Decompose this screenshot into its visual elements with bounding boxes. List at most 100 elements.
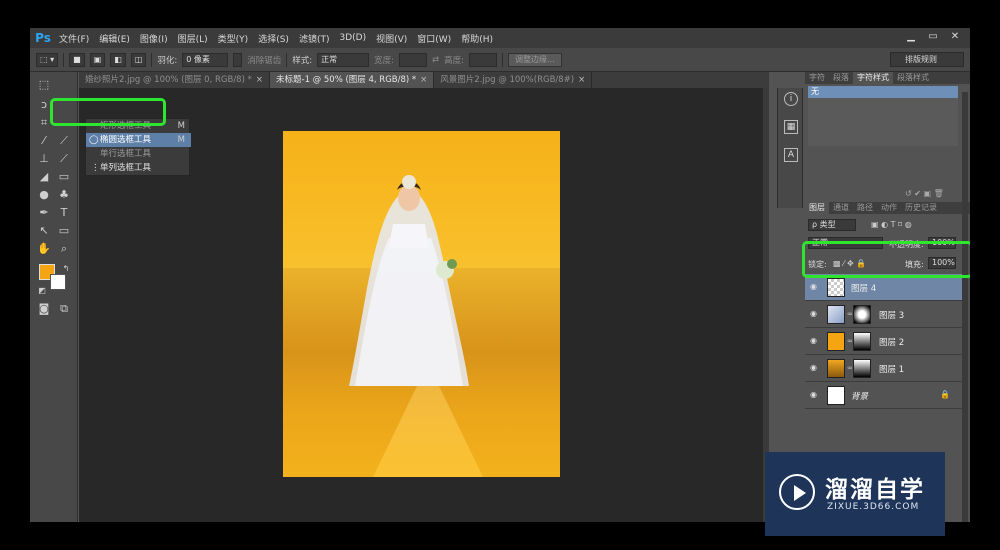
tab-actions[interactable]: 动作	[877, 202, 901, 214]
layer-row-4[interactable]: ◉ 图层 4	[805, 274, 962, 301]
menu-layer[interactable]: 图层(L)	[173, 32, 213, 45]
new-selection-icon[interactable]: ■	[69, 52, 85, 67]
close-tab-icon[interactable]: ×	[578, 75, 585, 85]
tab-history[interactable]: 历史记录	[901, 202, 941, 214]
marquee-tool-icon[interactable]: ⬚	[36, 78, 52, 92]
tab-label: 未标题-1 @ 50% (图层 4, RGB/8) *	[276, 75, 417, 85]
single-row-marquee-item[interactable]: 单行选框工具	[86, 147, 191, 161]
close-tab-icon[interactable]: ×	[420, 75, 427, 85]
shape-tool-icon[interactable]: ▭	[56, 224, 72, 238]
tab-layers[interactable]: 图层	[805, 202, 829, 214]
tab-character-styles[interactable]: 字符样式	[853, 72, 893, 84]
width-label: 宽度:	[374, 55, 395, 66]
style-select[interactable]: 正常	[317, 52, 370, 67]
layer-row-2[interactable]: ◉ ∞ 图层 2	[805, 328, 962, 355]
marquee-preset-icon[interactable]: ⬚ ▾	[36, 52, 59, 67]
refine-edge-button[interactable]: 调整边缘...	[508, 52, 562, 67]
divider	[502, 52, 504, 67]
document-canvas[interactable]	[283, 131, 560, 477]
menu-help[interactable]: 帮助(H)	[456, 32, 498, 45]
add-selection-icon[interactable]: ▣	[89, 52, 106, 67]
stamp-tool-icon[interactable]: ⊥	[36, 152, 52, 166]
tab-paragraph[interactable]: 段落	[829, 72, 853, 84]
tab-character[interactable]: 字符	[805, 72, 829, 84]
swap-colors-icon[interactable]: ↰	[58, 262, 74, 276]
quick-mask-icon[interactable]: ◙	[36, 302, 52, 316]
menu-3d[interactable]: 3D(D)	[334, 33, 371, 43]
menu-type[interactable]: 类型(Y)	[213, 32, 254, 45]
menu-window[interactable]: 窗口(W)	[412, 32, 456, 45]
close-button[interactable]: ✕	[946, 30, 964, 44]
antialias-checkbox[interactable]	[233, 52, 243, 67]
panel-dock: i ▦ A	[777, 88, 803, 208]
minimize-button[interactable]: ▁	[902, 30, 920, 44]
pen-tool-icon[interactable]: ✒	[36, 206, 52, 220]
default-colors-icon[interactable]: ◩	[34, 284, 50, 298]
tab-wedding-photo[interactable]: 婚纱照片2.jpg @ 100% (图层 0, RGB/8) * ×	[79, 72, 270, 88]
panel-footer-icons[interactable]: ↺ ✔ ▣ 🗑	[905, 189, 944, 198]
layer-mask-thumbnail	[853, 332, 871, 351]
blur-tool-icon[interactable]: ●	[36, 188, 52, 202]
visibility-eye-icon[interactable]: ◉	[810, 282, 820, 292]
close-tab-icon[interactable]: ×	[256, 75, 263, 85]
eyedropper-tool-icon[interactable]: ⁄	[36, 134, 52, 148]
grid-icon[interactable]: ▦	[784, 120, 798, 134]
menu-select[interactable]: 选择(S)	[253, 32, 294, 45]
hand-tool-icon[interactable]: ✋	[36, 242, 52, 256]
menu-edit[interactable]: 编辑(E)	[94, 32, 135, 45]
tab-paths[interactable]: 路径	[853, 202, 877, 214]
layer-thumbnail	[827, 359, 845, 378]
dodge-tool-icon[interactable]: ♣	[56, 188, 72, 202]
tab-label: 婚纱照片2.jpg @ 100% (图层 0, RGB/8) *	[85, 75, 252, 85]
subtract-selection-icon[interactable]: ◧	[110, 52, 126, 67]
gradient-tool-icon[interactable]: ▭	[56, 170, 72, 184]
path-select-tool-icon[interactable]: ↖	[36, 224, 52, 238]
layer-thumbnail	[827, 278, 845, 297]
feather-input[interactable]: 0 像素	[182, 52, 229, 67]
ellipse-marquee-item[interactable]: ◯ 椭圆选框工具 M	[86, 133, 191, 147]
layer-thumbnail	[827, 305, 845, 324]
restore-button[interactable]: ▭	[924, 30, 942, 44]
menu-filter[interactable]: 滤镜(T)	[294, 32, 335, 45]
height-input[interactable]	[469, 52, 498, 67]
panel-scrollbar[interactable]	[962, 92, 968, 522]
layer-row-3[interactable]: ◉ ∞ 图层 3	[805, 301, 962, 328]
visibility-eye-icon[interactable]: ◉	[810, 336, 820, 346]
flyout-label: 椭圆选框工具	[100, 135, 152, 145]
style-none-item[interactable]: 无	[808, 86, 958, 98]
type-tool-icon[interactable]: T	[56, 206, 72, 220]
antialias-label: 消除锯齿	[247, 55, 282, 66]
swap-icon[interactable]: ⇄	[432, 55, 439, 65]
ellipse-icon: ◯	[89, 135, 99, 145]
filter-icons[interactable]: ▣ ◐ T ⌑ ◍	[871, 220, 912, 229]
layer-row-1[interactable]: ◉ ∞ 图层 1	[805, 355, 962, 382]
eraser-tool-icon[interactable]: ◢	[36, 170, 52, 184]
tab-channels[interactable]: 通道	[829, 202, 853, 214]
intersect-selection-icon[interactable]: ◫	[130, 52, 147, 67]
bride-photo-layer	[349, 175, 469, 386]
visibility-eye-icon[interactable]: ◉	[810, 363, 820, 373]
single-column-marquee-item[interactable]: ⋮ 单列选框工具	[86, 161, 191, 175]
visibility-eye-icon[interactable]: ◉	[810, 309, 820, 319]
workspace-preset-select[interactable]: 排版规则	[890, 52, 964, 67]
visibility-eye-icon[interactable]: ◉	[810, 390, 820, 400]
tab-landscape-photo[interactable]: 风景图片2.jpg @ 100%(RGB/8#) ×	[434, 72, 593, 88]
layer-name: 图层 1	[879, 365, 905, 375]
width-input[interactable]	[399, 52, 428, 67]
info-icon[interactable]: i	[784, 92, 798, 106]
history-brush-tool-icon[interactable]: ⟋	[56, 152, 72, 166]
screen-mode-icon[interactable]: ⧉	[56, 302, 72, 316]
character-panel-icon[interactable]: A	[784, 148, 798, 162]
layer-thumbnail	[827, 332, 845, 351]
layer-filter-select[interactable]: ρ 类型	[808, 219, 856, 231]
menu-file[interactable]: 文件(F)	[54, 32, 94, 45]
zoom-tool-icon[interactable]: ⌕	[56, 242, 72, 256]
background-color-swatch[interactable]	[50, 274, 66, 290]
menu-image[interactable]: 图像(I)	[135, 32, 173, 45]
menu-view[interactable]: 视图(V)	[371, 32, 412, 45]
lock-icon: 🔒	[940, 390, 950, 399]
tab-paragraph-styles[interactable]: 段落样式	[893, 72, 933, 84]
layer-row-background[interactable]: ◉ 背景 🔒	[805, 382, 962, 409]
tab-untitled-1[interactable]: 未标题-1 @ 50% (图层 4, RGB/8) * ×	[270, 72, 435, 88]
brush-tool-icon[interactable]: ⟋	[56, 134, 72, 148]
